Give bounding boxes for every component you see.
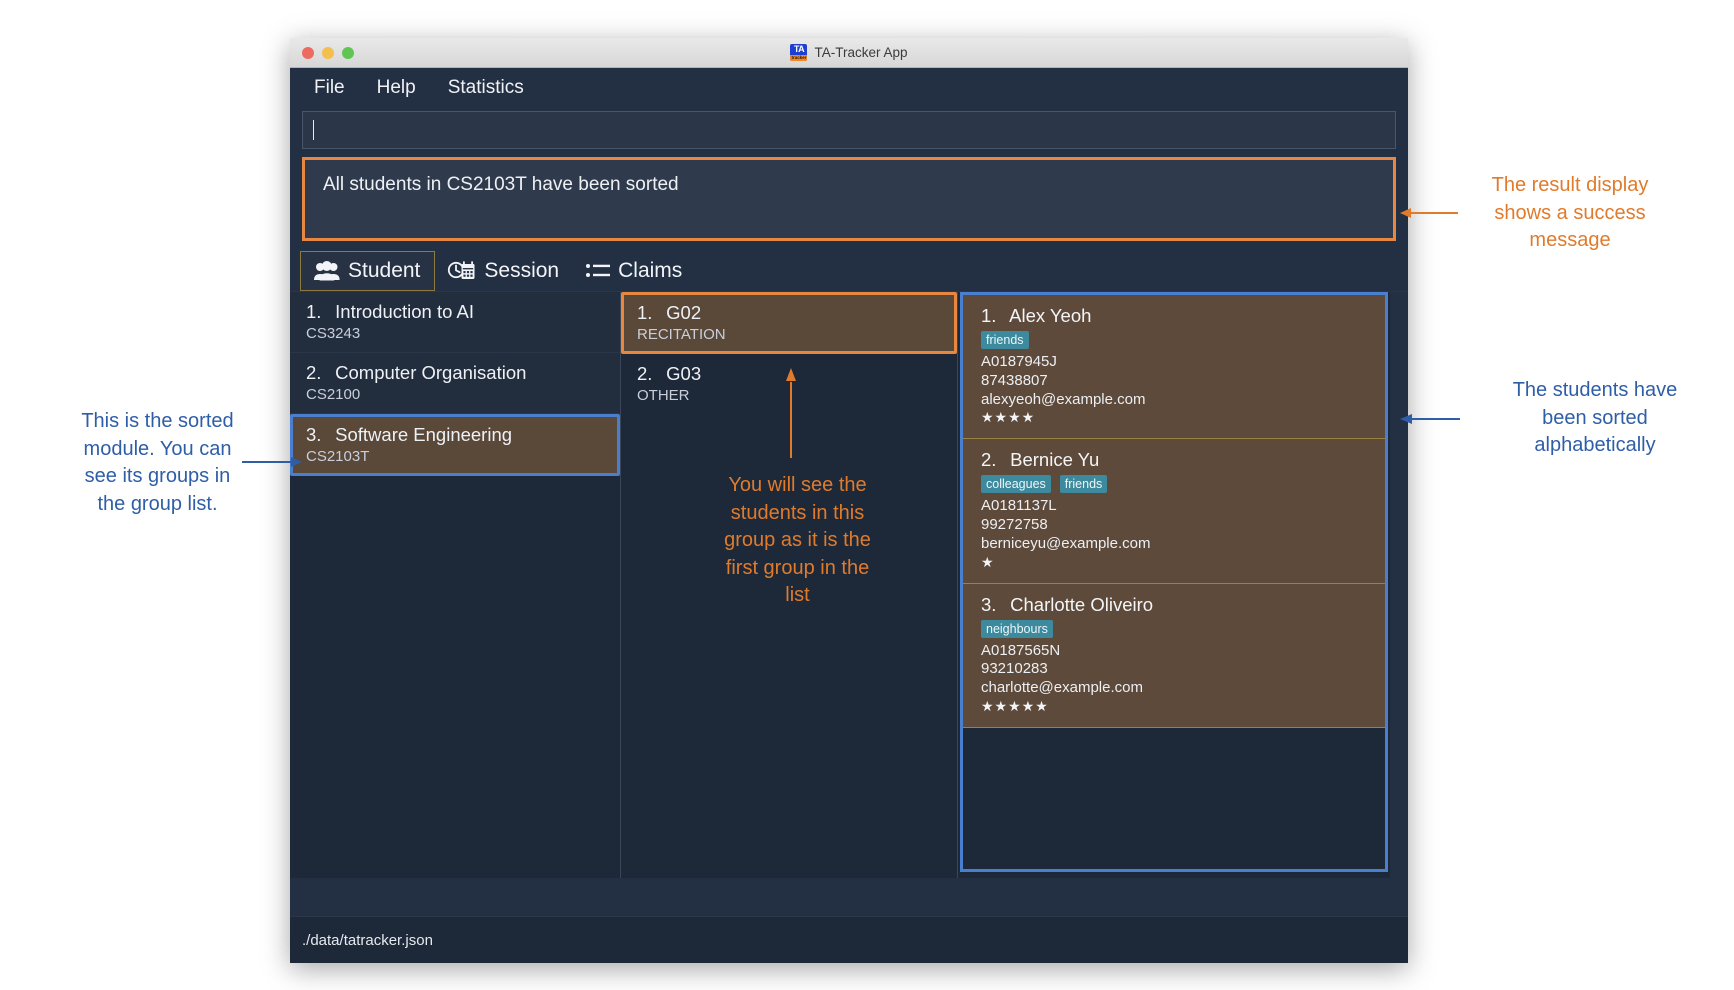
menu-item-help[interactable]: Help	[365, 74, 428, 102]
student-tags: friends	[981, 331, 1367, 349]
group-list-item-selected[interactable]: 1. G02 RECITATION	[621, 292, 957, 354]
clock-calendar-icon	[447, 259, 477, 283]
student-email: charlotte@example.com	[981, 679, 1143, 696]
module-list-item[interactable]: 2. Computer Organisation CS2100	[290, 353, 620, 414]
student-list-panel: 1. Alex Yeoh friends A0187945J 87438807 …	[958, 292, 1408, 878]
annotation-student-list: The students have been sorted alphabetic…	[1512, 379, 1678, 457]
minimize-button[interactable]	[322, 46, 334, 59]
command-box-wrapper	[290, 108, 1408, 149]
module-title-row: 1. Introduction to AI	[306, 301, 604, 323]
module-name: Computer Organisation	[335, 362, 527, 383]
title-bar: TA tracker TA-Tracker App	[290, 38, 1408, 68]
annotation-result-display: The result display shows a success messa…	[1491, 174, 1649, 252]
arrow-student-list	[1400, 414, 1460, 424]
group-name: G02	[666, 302, 702, 323]
module-list-item[interactable]: 1. Introduction to AI CS3243	[290, 292, 620, 353]
student-tags: colleagues friends	[981, 475, 1367, 494]
student-matric: A0181137L	[981, 497, 1057, 515]
student-list-scrollbar[interactable]	[1390, 292, 1408, 878]
menu-bar: File Help Statistics	[290, 68, 1408, 108]
student-matric: A0187565N	[981, 641, 1061, 659]
module-code: CS3243	[306, 325, 361, 342]
student-phone: 93210283	[981, 660, 1048, 678]
tab-claims[interactable]: Claims	[573, 251, 696, 291]
student-index: 1.	[981, 305, 997, 326]
tab-student[interactable]: Student	[300, 251, 436, 291]
app-logo-icon: TA tracker	[790, 44, 808, 61]
tab-session-label: Session	[484, 259, 560, 282]
result-message: All students in CS2103T have been sorted	[323, 174, 679, 195]
app-logo-bottom-text: tracker	[790, 54, 808, 61]
app-logo-top-text: TA	[793, 44, 805, 54]
student-matric: A0187945J	[981, 353, 1057, 370]
menu-item-statistics[interactable]: Statistics	[436, 74, 536, 102]
group-index: 1.	[637, 302, 653, 323]
group-title-row: 1. G02	[637, 302, 941, 324]
student-phone: 87438807	[981, 371, 1048, 389]
title-center: TA tracker TA-Tracker App	[290, 38, 1408, 67]
module-name: Introduction to AI	[335, 301, 474, 322]
text-caret	[313, 120, 314, 140]
tab-student-label: Student	[348, 259, 421, 282]
tab-bar: Student Session Claims	[300, 251, 1408, 291]
student-name: Alex Yeoh	[1009, 305, 1092, 326]
student-card[interactable]: 1. Alex Yeoh friends A0187945J 87438807 …	[963, 295, 1385, 440]
module-code: CS2100	[306, 386, 361, 403]
close-button[interactable]	[302, 46, 314, 59]
module-list-item-selected[interactable]: 3. Software Engineering CS2103T	[290, 414, 620, 476]
group-index: 2.	[637, 363, 653, 384]
command-input[interactable]	[302, 111, 1396, 149]
student-rating: ★	[981, 553, 995, 570]
student-index: 3.	[981, 593, 997, 615]
arrow-group-list	[786, 368, 796, 458]
screenshot-root: TA tracker TA-Tracker App File Help Stat…	[0, 0, 1734, 990]
group-type: RECITATION	[637, 326, 726, 343]
status-bar: ./data/tatracker.json	[290, 916, 1408, 963]
student-index: 2.	[981, 449, 997, 471]
maximize-button[interactable]	[342, 46, 354, 59]
result-display-wrapper: All students in CS2103T have been sorted	[290, 149, 1408, 241]
tag: friends	[981, 331, 1029, 349]
student-name-row: 3. Charlotte Oliveiro	[981, 594, 1367, 616]
student-name-row: 1. Alex Yeoh	[981, 305, 1367, 327]
student-name: Bernice Yu	[1010, 449, 1100, 471]
group-name: G03	[666, 363, 702, 384]
menu-item-file[interactable]: File	[302, 74, 357, 102]
module-index: 1.	[306, 301, 322, 322]
module-title-row: 3. Software Engineering	[306, 424, 604, 446]
window-title: TA-Tracker App	[814, 45, 908, 60]
tab-session[interactable]: Session	[435, 251, 573, 291]
module-list-panel: 1. Introduction to AI CS3243 2. Computer…	[290, 292, 621, 878]
student-rating: ★★★★★	[981, 697, 1049, 714]
student-tags: neighbours	[981, 619, 1367, 638]
student-name: Charlotte Oliveiro	[1010, 593, 1154, 615]
tag: friends	[1059, 475, 1108, 494]
tab-claims-label: Claims	[618, 259, 683, 282]
arrow-module-list	[242, 457, 302, 467]
tag: colleagues	[981, 475, 1051, 494]
arrow-result-display	[1400, 208, 1458, 218]
people-icon	[313, 260, 341, 282]
module-index: 2.	[306, 362, 322, 383]
student-card[interactable]: 2. Bernice Yu colleagues friends A018113…	[963, 439, 1385, 584]
tag: neighbours	[981, 619, 1053, 638]
file-path-label: ./data/tatracker.json	[302, 931, 433, 949]
window-controls	[302, 46, 354, 59]
student-email: alexyeoh@example.com	[981, 390, 1146, 408]
student-card[interactable]: 3. Charlotte Oliveiro neighbours A018756…	[963, 583, 1385, 728]
module-code: CS2103T	[306, 448, 370, 465]
list-icon	[585, 261, 611, 281]
student-name-row: 2. Bernice Yu	[981, 449, 1367, 471]
module-index: 3.	[306, 424, 322, 445]
result-display: All students in CS2103T have been sorted	[302, 157, 1396, 241]
student-email: berniceyu@example.com	[981, 534, 1151, 552]
student-list-frame: 1. Alex Yeoh friends A0187945J 87438807 …	[960, 292, 1388, 872]
student-rating: ★★★★	[981, 409, 1036, 426]
module-title-row: 2. Computer Organisation	[306, 362, 604, 384]
student-phone: 99272758	[981, 516, 1048, 533]
module-name: Software Engineering	[335, 424, 513, 445]
annotation-group-list: You will see the students in this group …	[724, 474, 871, 607]
